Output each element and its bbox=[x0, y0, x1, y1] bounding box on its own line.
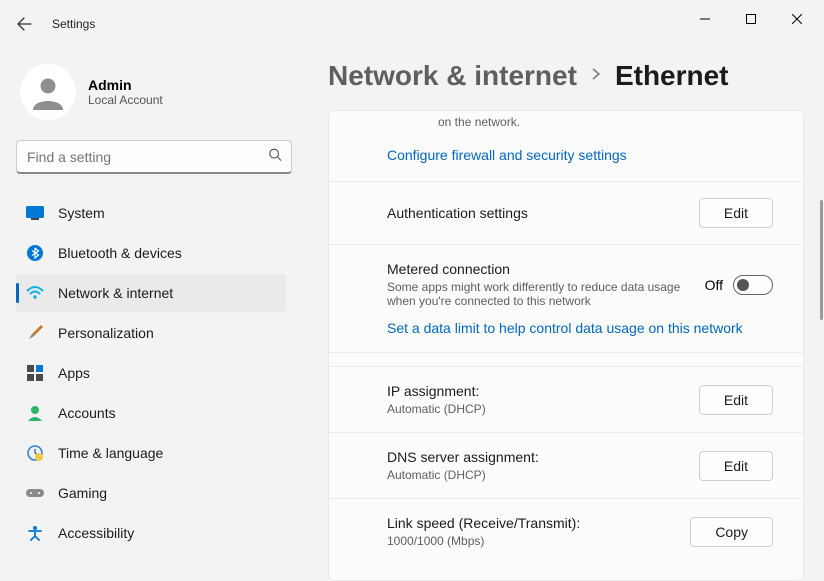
sidebar-label: Network & internet bbox=[58, 285, 173, 301]
metered-toggle-label: Off bbox=[705, 277, 723, 293]
truncated-text: on the network. bbox=[329, 111, 803, 139]
close-button[interactable] bbox=[774, 3, 820, 35]
maximize-icon bbox=[746, 14, 756, 24]
sidebar-item-accounts[interactable]: Accounts bbox=[16, 394, 286, 432]
sidebar-label: Accessibility bbox=[58, 525, 134, 541]
user-block[interactable]: Admin Local Account bbox=[16, 56, 292, 140]
data-limit-link[interactable]: Set a data limit to help control data us… bbox=[329, 318, 803, 352]
metered-sub: Some apps might work differently to redu… bbox=[387, 280, 687, 308]
settings-panel: on the network. Configure firewall and s… bbox=[328, 110, 804, 581]
sidebar-label: Gaming bbox=[58, 485, 107, 501]
brush-icon bbox=[26, 324, 44, 342]
back-arrow-icon bbox=[16, 16, 32, 32]
sidebar-item-system[interactable]: System bbox=[16, 194, 286, 232]
sidebar-item-accessibility[interactable]: Accessibility bbox=[16, 514, 286, 552]
avatar bbox=[20, 64, 76, 120]
sidebar-label: Apps bbox=[58, 365, 90, 381]
breadcrumb-parent[interactable]: Network & internet bbox=[328, 60, 577, 92]
auth-row: Authentication settings Edit bbox=[329, 181, 803, 244]
page-scrollbar[interactable] bbox=[820, 200, 823, 571]
speed-row: Link speed (Receive/Transmit): 1000/1000… bbox=[329, 498, 803, 564]
breadcrumb: Network & internet Ethernet bbox=[328, 60, 804, 92]
breadcrumb-current: Ethernet bbox=[615, 60, 729, 92]
sidebar-item-personalization[interactable]: Personalization bbox=[16, 314, 286, 352]
account-icon bbox=[26, 404, 44, 422]
auth-title: Authentication settings bbox=[387, 205, 683, 221]
search-input[interactable] bbox=[16, 140, 292, 174]
user-name: Admin bbox=[88, 77, 163, 93]
search-icon bbox=[268, 148, 282, 167]
ip-edit-button[interactable]: Edit bbox=[699, 385, 773, 415]
dns-edit-button[interactable]: Edit bbox=[699, 451, 773, 481]
speed-copy-button[interactable]: Copy bbox=[690, 517, 773, 547]
apps-icon bbox=[26, 364, 44, 382]
person-icon bbox=[30, 74, 66, 110]
wifi-icon bbox=[26, 284, 44, 302]
ip-row: IP assignment: Automatic (DHCP) Edit bbox=[329, 366, 803, 432]
dns-title: DNS server assignment: bbox=[387, 449, 683, 465]
sidebar-item-bluetooth[interactable]: Bluetooth & devices bbox=[16, 234, 286, 272]
dns-row: DNS server assignment: Automatic (DHCP) … bbox=[329, 432, 803, 498]
bluetooth-icon bbox=[26, 244, 44, 262]
nav-list: System Bluetooth & devices Network & int… bbox=[16, 194, 292, 581]
auth-edit-button[interactable]: Edit bbox=[699, 198, 773, 228]
firewall-link[interactable]: Configure firewall and security settings bbox=[329, 139, 803, 181]
sidebar-label: Time & language bbox=[58, 445, 163, 461]
system-icon bbox=[26, 204, 44, 222]
clock-globe-icon bbox=[26, 444, 44, 462]
back-button[interactable] bbox=[4, 4, 44, 44]
metered-row: Metered connection Some apps might work … bbox=[329, 244, 803, 318]
app-title: Settings bbox=[52, 17, 95, 31]
dns-value: Automatic (DHCP) bbox=[387, 468, 683, 482]
ip-title: IP assignment: bbox=[387, 383, 683, 399]
sidebar-label: System bbox=[58, 205, 105, 221]
main-content: Network & internet Ethernet on the netwo… bbox=[308, 48, 824, 581]
sidebar-label: Accounts bbox=[58, 405, 116, 421]
search-wrap bbox=[16, 140, 292, 174]
sidebar-item-time[interactable]: Time & language bbox=[16, 434, 286, 472]
sidebar: Admin Local Account System Bluetooth & d… bbox=[0, 48, 308, 581]
chevron-right-icon bbox=[589, 67, 603, 86]
speed-value: 1000/1000 (Mbps) bbox=[387, 534, 674, 548]
sidebar-item-network[interactable]: Network & internet bbox=[16, 274, 286, 312]
metered-title: Metered connection bbox=[387, 261, 689, 277]
metered-toggle[interactable] bbox=[733, 275, 773, 295]
sidebar-item-apps[interactable]: Apps bbox=[16, 354, 286, 392]
window-controls bbox=[682, 13, 820, 35]
sidebar-label: Personalization bbox=[58, 325, 154, 341]
speed-title: Link speed (Receive/Transmit): bbox=[387, 515, 674, 531]
sidebar-label: Bluetooth & devices bbox=[58, 245, 182, 261]
gamepad-icon bbox=[26, 484, 44, 502]
maximize-button[interactable] bbox=[728, 3, 774, 35]
close-icon bbox=[792, 14, 802, 24]
minimize-button[interactable] bbox=[682, 3, 728, 35]
user-type: Local Account bbox=[88, 93, 163, 107]
sidebar-item-gaming[interactable]: Gaming bbox=[16, 474, 286, 512]
ip-value: Automatic (DHCP) bbox=[387, 402, 683, 416]
accessibility-icon bbox=[26, 524, 44, 542]
minimize-icon bbox=[700, 14, 710, 24]
titlebar: Settings bbox=[0, 0, 824, 48]
